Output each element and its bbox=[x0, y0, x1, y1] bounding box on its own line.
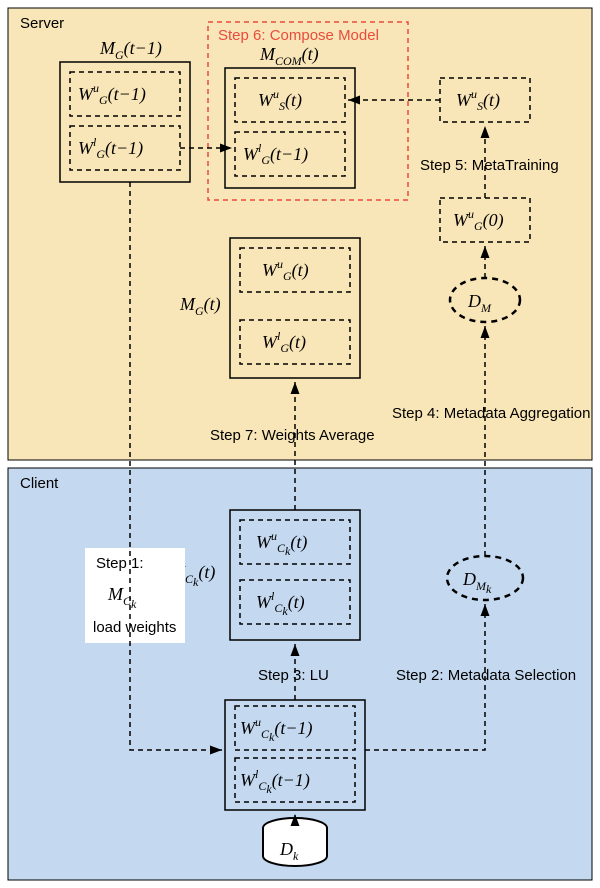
step6-text: Step 6: Compose Model bbox=[218, 27, 379, 44]
client-label: Client bbox=[20, 475, 59, 492]
step7-text: Step 7: Weights Average bbox=[210, 427, 375, 444]
wck-t1-box bbox=[225, 700, 365, 810]
step1-text-a: Step 1: bbox=[96, 555, 144, 572]
step5-text: Step 5: MetaTraining bbox=[420, 157, 559, 174]
mck-t-box bbox=[230, 510, 360, 640]
wgl-t1-text: WlG(t−1) bbox=[78, 135, 143, 161]
step4-text: Step 4: Metadata Aggregation bbox=[392, 405, 590, 422]
step1-text-b: load weights bbox=[93, 619, 176, 636]
step3-text: Step 3: LU bbox=[258, 667, 329, 684]
mg-t-box bbox=[230, 238, 360, 378]
dk-cylinder: Dk bbox=[263, 818, 327, 866]
server-label: Server bbox=[20, 15, 64, 32]
mcom-box bbox=[225, 68, 355, 188]
mg-t1-box bbox=[60, 62, 190, 182]
wgu-t1-text: WuG(t−1) bbox=[78, 81, 146, 107]
wgl-t1-inner-text: WlG(t−1) bbox=[243, 141, 308, 167]
step2-text: Step 2: Metadata Selection bbox=[396, 667, 576, 684]
